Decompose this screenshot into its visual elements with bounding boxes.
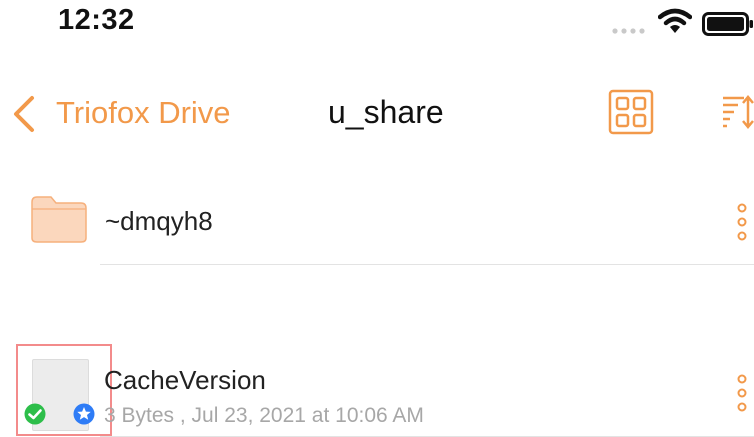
file-meta: 3 Bytes , Jul 23, 2021 at 10:06 AM bbox=[104, 404, 424, 427]
file-thumbnail-selected[interactable] bbox=[16, 344, 112, 436]
more-vertical-icon[interactable] bbox=[736, 203, 748, 241]
page-title: u_share bbox=[328, 94, 444, 130]
star-badge-icon bbox=[73, 403, 95, 425]
navigation-bar: Triofox Drive u_share bbox=[0, 80, 754, 150]
more-vertical-icon[interactable] bbox=[736, 374, 748, 412]
signal-icon bbox=[612, 28, 645, 34]
wifi-icon bbox=[658, 8, 692, 33]
status-time: 12:32 bbox=[58, 4, 135, 36]
file-name: ~dmqyh8 bbox=[105, 206, 213, 236]
grid-view-icon[interactable] bbox=[608, 89, 654, 135]
sync-check-icon bbox=[24, 403, 46, 425]
folder-icon bbox=[31, 196, 87, 243]
status-bar: 12:32 bbox=[0, 0, 754, 50]
battery-icon bbox=[702, 12, 753, 36]
sort-icon[interactable] bbox=[722, 93, 754, 133]
back-chevron-icon[interactable] bbox=[10, 94, 38, 134]
back-button[interactable]: Triofox Drive bbox=[56, 95, 231, 131]
list-item[interactable]: ~dmqyh8 bbox=[0, 182, 754, 265]
list-item[interactable]: CacheVersion 3 Bytes , Jul 23, 2021 at 1… bbox=[0, 264, 754, 437]
file-name: CacheVersion bbox=[104, 365, 266, 395]
